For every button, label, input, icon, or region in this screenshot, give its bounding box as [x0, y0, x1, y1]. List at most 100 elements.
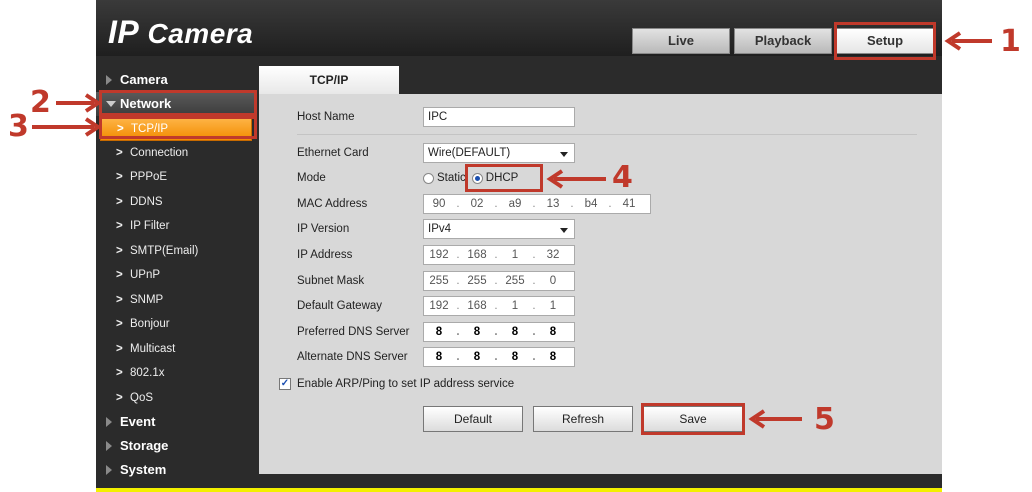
logo-suffix: Camera [147, 18, 254, 49]
chevron-right-icon: > [116, 146, 123, 159]
host-name-input[interactable]: IPC [423, 107, 575, 127]
sidebar-item-label: 802.1x [130, 367, 165, 379]
octet: 255 [467, 275, 487, 287]
octet: 255 [505, 275, 525, 287]
category-label: Storage [120, 438, 169, 453]
octet: 8 [549, 351, 557, 363]
subnet-mask-input[interactable]: 255. 255. 255. 0 [423, 271, 575, 291]
annotation-number: 4 [612, 160, 633, 195]
divider [297, 134, 917, 135]
highlight-setup-tab [834, 22, 936, 60]
logo-prefix: IP [108, 14, 140, 50]
annotation-number: 3 [8, 109, 29, 144]
preferred-dns-input[interactable]: 8. 8. 8. 8 [423, 322, 575, 342]
host-name-row: Host Name IPC [297, 107, 575, 127]
octet: 41 [622, 198, 636, 210]
octet: 8 [549, 326, 557, 338]
tab-playback[interactable]: Playback [734, 28, 832, 54]
dropdown-arrow-icon [560, 152, 568, 157]
logo: IP Camera [108, 14, 253, 51]
sidebar-item-pppoe[interactable]: > PPPoE [96, 165, 256, 190]
sidebar-category-storage[interactable]: Storage [96, 434, 256, 458]
tab-tcpip[interactable]: TCP/IP [259, 66, 399, 94]
sidebar-item-qos[interactable]: > QoS [96, 386, 256, 411]
octet: 192 [429, 249, 449, 261]
alternate-dns-input[interactable]: 8. 8. 8. 8 [423, 347, 575, 367]
ethernet-card-row: Ethernet Card Wire(DEFAULT) [297, 143, 575, 163]
octet: 02 [470, 198, 484, 210]
sidebar-item-label: Bonjour [130, 318, 170, 330]
expand-triangle-icon [106, 75, 112, 85]
chevron-right-icon: > [116, 220, 123, 232]
ip-address-row: IP Address 192. 168. 1. 32 [297, 245, 575, 265]
sidebar-category-event[interactable]: Event [96, 410, 256, 434]
octet: 8 [473, 326, 481, 338]
sidebar-item-label: Connection [130, 146, 189, 159]
subnet-mask-label: Subnet Mask [297, 275, 365, 287]
expand-triangle-icon [106, 417, 112, 427]
octet: 168 [467, 300, 487, 312]
sidebar-item-label: IP Filter [130, 220, 170, 232]
sidebar-category-camera[interactable]: Camera [96, 68, 256, 92]
sidebar-item-label: SNMP [130, 293, 164, 306]
sidebar-item-8021x[interactable]: >802.1x [96, 361, 256, 386]
sidebar-item-snmp[interactable]: > SNMP [96, 288, 256, 313]
ip-version-label: IP Version [297, 223, 350, 235]
ip-address-input[interactable]: 192. 168. 1. 32 [423, 245, 575, 265]
sidebar-item-ddns[interactable]: > DDNS [96, 190, 256, 215]
sidebar-category-system[interactable]: System [96, 458, 256, 482]
chevron-right-icon: > [116, 293, 123, 306]
mac-address-label: MAC Address [297, 198, 368, 210]
default-gateway-input[interactable]: 192. 168. 1. 1 [423, 296, 575, 316]
header: IP Camera Live Playback Setup [96, 0, 942, 56]
arp-ping-checkbox[interactable]: ✓ [279, 378, 291, 390]
mac-address-row: MAC Address 90. 02. a9. 13. b4. 41 [297, 194, 651, 214]
sidebar-item-label: PPPoE [130, 171, 168, 183]
octet: b4 [584, 198, 598, 210]
sidebar-item-upnp[interactable]: > UPnP [96, 263, 256, 288]
host-name-label: Host Name [297, 111, 355, 123]
sidebar-item-connection[interactable]: > Connection [96, 141, 256, 166]
radio-label: Static [437, 172, 466, 184]
preferred-dns-row: Preferred DNS Server 8. 8. 8. 8 [297, 322, 575, 342]
octet: 8 [511, 326, 519, 338]
sidebar-item-ip-filter[interactable]: > IP Filter [96, 214, 256, 239]
octet: 1 [511, 249, 519, 261]
settings-panel: TCP/IP Host Name IPC Ethernet Card Wire(… [259, 66, 942, 474]
arp-ping-label: Enable ARP/Ping to set IP address servic… [297, 378, 515, 390]
chevron-right-icon: > [116, 391, 123, 404]
chevron-right-icon: > [116, 318, 123, 330]
ip-version-select[interactable]: IPv4 [423, 219, 575, 239]
mode-static-radio[interactable]: Static [423, 172, 466, 184]
annotation-number: 1 [1000, 24, 1021, 59]
mac-address-input: 90. 02. a9. 13. b4. 41 [423, 194, 651, 214]
default-button[interactable]: Default [423, 406, 523, 432]
refresh-button[interactable]: Refresh [533, 406, 633, 432]
sidebar-item-multicast[interactable]: > Multicast [96, 337, 256, 362]
dropdown-arrow-icon [560, 228, 568, 233]
octet: 192 [429, 300, 449, 312]
octet: 32 [546, 249, 560, 261]
annotation-arrow-icon [56, 93, 100, 113]
ip-address-label: IP Address [297, 249, 353, 261]
ethernet-card-select[interactable]: Wire(DEFAULT) [423, 143, 575, 163]
annotation-arrow-icon [748, 409, 802, 429]
chevron-right-icon: > [116, 269, 123, 281]
tab-live[interactable]: Live [632, 28, 730, 54]
preferred-dns-label: Preferred DNS Server [297, 326, 410, 338]
sidebar-item-smtp[interactable]: > SMTP(Email) [96, 239, 256, 264]
tab-bar-fill [399, 66, 942, 94]
ip-version-value: IPv4 [428, 223, 452, 235]
radio-icon [423, 172, 434, 184]
chevron-right-icon: > [116, 171, 123, 183]
expand-triangle-icon [106, 465, 112, 475]
chevron-right-icon: > [116, 195, 123, 208]
annotation-arrow-icon [546, 169, 606, 189]
octet: 255 [429, 275, 449, 287]
category-label: System [120, 462, 167, 477]
sidebar-item-bonjour[interactable]: > Bonjour [96, 312, 256, 337]
octet: 1 [549, 300, 557, 312]
alternate-dns-label: Alternate DNS Server [297, 351, 408, 363]
highlight-dhcp-radio [465, 164, 543, 192]
annotation-number: 2 [30, 85, 51, 120]
